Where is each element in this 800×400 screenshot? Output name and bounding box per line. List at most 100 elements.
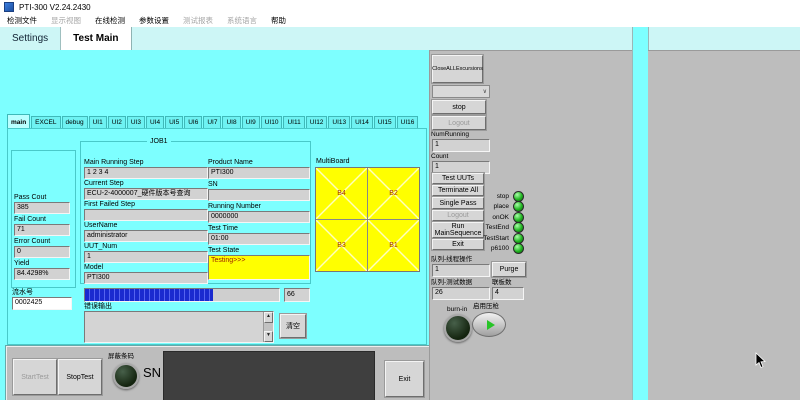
burn-in-label: burn-in: [447, 306, 467, 313]
serial-number-input[interactable]: 0002425: [12, 297, 72, 310]
subtab-ui3[interactable]: UI3: [127, 116, 145, 128]
led-label-testend: TestEnd: [486, 224, 510, 231]
subtab-ui11[interactable]: UI11: [283, 116, 304, 128]
mask-barcode-label: 屏蔽条码: [108, 353, 134, 360]
menu-item-测试报表[interactable]: 测试报表: [176, 15, 220, 27]
subtab-ui4[interactable]: UI4: [146, 116, 164, 128]
test-state-field: Testing>>>: [208, 255, 310, 280]
current-step-field: ECU-2-4000007_硬件版本号查询: [84, 188, 208, 200]
subtab-main[interactable]: main: [7, 114, 30, 128]
subtab-debug[interactable]: debug: [62, 116, 88, 128]
app-icon: [4, 2, 14, 12]
multiboard-cell-b4: B4: [316, 168, 367, 219]
error-output-scrollbar[interactable]: ▲ ▼: [263, 312, 273, 342]
led-indicator-onok: [513, 212, 524, 223]
product-name-field: PTI300: [208, 167, 310, 179]
subtab-ui7[interactable]: UI7: [203, 116, 221, 128]
subtab-ui16[interactable]: UI16: [397, 116, 419, 128]
press-enable-button[interactable]: [472, 312, 506, 337]
led-row-place: place: [468, 202, 524, 212]
num-running-label: NumRunning: [431, 131, 469, 138]
subtab-ui1[interactable]: UI1: [89, 116, 107, 128]
sn-field-label: SN: [208, 181, 218, 189]
mask-barcode-led[interactable]: [113, 363, 139, 389]
tab-test-main[interactable]: Test Main: [60, 27, 131, 50]
tab-settings[interactable]: Settings: [0, 27, 60, 50]
subtab-ui13[interactable]: UI13: [328, 116, 350, 128]
led-indicator-p6100: [513, 243, 524, 254]
led-row-onok: onOK: [468, 212, 524, 222]
menu-item-显示视图[interactable]: 显示视图: [44, 15, 88, 27]
burn-in-led-button[interactable]: [444, 314, 472, 342]
bottom-control-bar: StartTest StopTest 屏蔽条码 SN Exit: [6, 346, 430, 400]
purge-button[interactable]: Purge: [492, 262, 526, 277]
menu-item-系统语言[interactable]: 系统语言: [220, 15, 264, 27]
multiboard-cell-b2: B2: [368, 168, 419, 219]
menu-item-检测文件[interactable]: 检测文件: [0, 15, 44, 27]
right-background-area: [648, 50, 800, 400]
yield-label: Yield: [14, 260, 29, 268]
title-bar: PTI-300 V2.24.2430: [0, 0, 800, 14]
multiboard-label: MultiBoard: [316, 158, 349, 166]
stop-button[interactable]: stop: [432, 100, 486, 114]
test-time-label: Test Time: [208, 225, 238, 233]
subtab-ui2[interactable]: UI2: [108, 116, 126, 128]
error-output-list[interactable]: ▲ ▼: [84, 311, 274, 343]
subtab-ui8[interactable]: UI8: [222, 116, 240, 128]
board-count-field: 4: [492, 287, 524, 300]
menu-item-参数设置[interactable]: 参数设置: [132, 15, 176, 27]
main-running-step-label: Main Running Step: [84, 159, 144, 167]
scroll-down-icon[interactable]: ▼: [264, 331, 273, 342]
num-running-field: 1: [432, 139, 490, 152]
led-indicator-stop: [513, 191, 524, 202]
close-all-excursions-button[interactable]: CloseALLExcursions: [432, 55, 483, 83]
pass-count-field: 385: [14, 202, 70, 214]
menu-item-在线检测[interactable]: 在线检测: [88, 15, 132, 27]
board-count-label: 联板数: [492, 279, 512, 286]
test-uuts-button[interactable]: Test UUTs: [432, 173, 484, 184]
sub-tab-strip: mainEXCELdebugUI1UI2UI3UI4UI5UI6UI7UI8UI…: [7, 114, 419, 128]
sequence-dropdown[interactable]: ∨: [432, 85, 490, 98]
multiboard-grid: B4B2B3B1: [315, 167, 420, 272]
led-row-stop: stop: [468, 191, 524, 201]
led-label-onok: onOK: [492, 214, 509, 221]
sn-display-label: SN: [143, 365, 161, 380]
username-field: administrator: [84, 230, 208, 242]
menu-bar: 检测文件显示视图在线检测参数设置测试报表系统语言帮助: [0, 14, 800, 28]
sn-field: [208, 189, 310, 201]
subtab-excel[interactable]: EXCEL: [31, 116, 60, 128]
led-row-testend: TestEnd: [468, 223, 524, 233]
stop-test-button[interactable]: StopTest: [58, 359, 102, 395]
subtab-ui14[interactable]: UI14: [351, 116, 373, 128]
subtab-ui6[interactable]: UI6: [184, 116, 202, 128]
start-test-button[interactable]: StartTest: [13, 359, 57, 395]
clear-errors-button[interactable]: 清空: [280, 314, 306, 338]
application-window: PTI-300 V2.24.2430 检测文件显示视图在线检测参数设置测试报表系…: [0, 0, 800, 400]
product-name-label: Product Name: [208, 159, 253, 167]
menu-item-帮助[interactable]: 帮助: [264, 15, 293, 27]
exit-button-bottom[interactable]: Exit: [385, 361, 424, 397]
logout-button-top[interactable]: Logout: [432, 116, 486, 130]
running-number-label: Running Number: [208, 203, 261, 211]
subtab-ui10[interactable]: UI10: [261, 116, 283, 128]
background-strip: [632, 27, 649, 400]
queue-thread-label: 队列-线程操作: [431, 256, 472, 263]
scroll-up-icon[interactable]: ▲: [264, 312, 273, 323]
led-label-p6100: p6100: [491, 245, 509, 252]
subtab-ui9[interactable]: UI9: [242, 116, 260, 128]
count-label: Count: [431, 153, 448, 160]
subtab-ui15[interactable]: UI15: [374, 116, 396, 128]
led-indicator-teststart: [513, 233, 524, 244]
progress-bar: [84, 288, 280, 302]
main-tab-row: SettingsTest Main: [0, 27, 800, 50]
job1-caption: JOB1: [147, 137, 171, 146]
uut-num-field: 1: [84, 251, 208, 263]
progress-bar-fill: [85, 289, 213, 301]
error-count-field: 0: [14, 246, 70, 258]
subtab-ui5[interactable]: UI5: [165, 116, 183, 128]
led-row-p6100: p6100: [468, 244, 524, 254]
username-label: UserName: [84, 222, 117, 230]
pass-count-label: Pass Cout: [14, 194, 46, 202]
subtab-ui12[interactable]: UI12: [306, 116, 328, 128]
running-number-field: 0000000: [208, 211, 310, 223]
